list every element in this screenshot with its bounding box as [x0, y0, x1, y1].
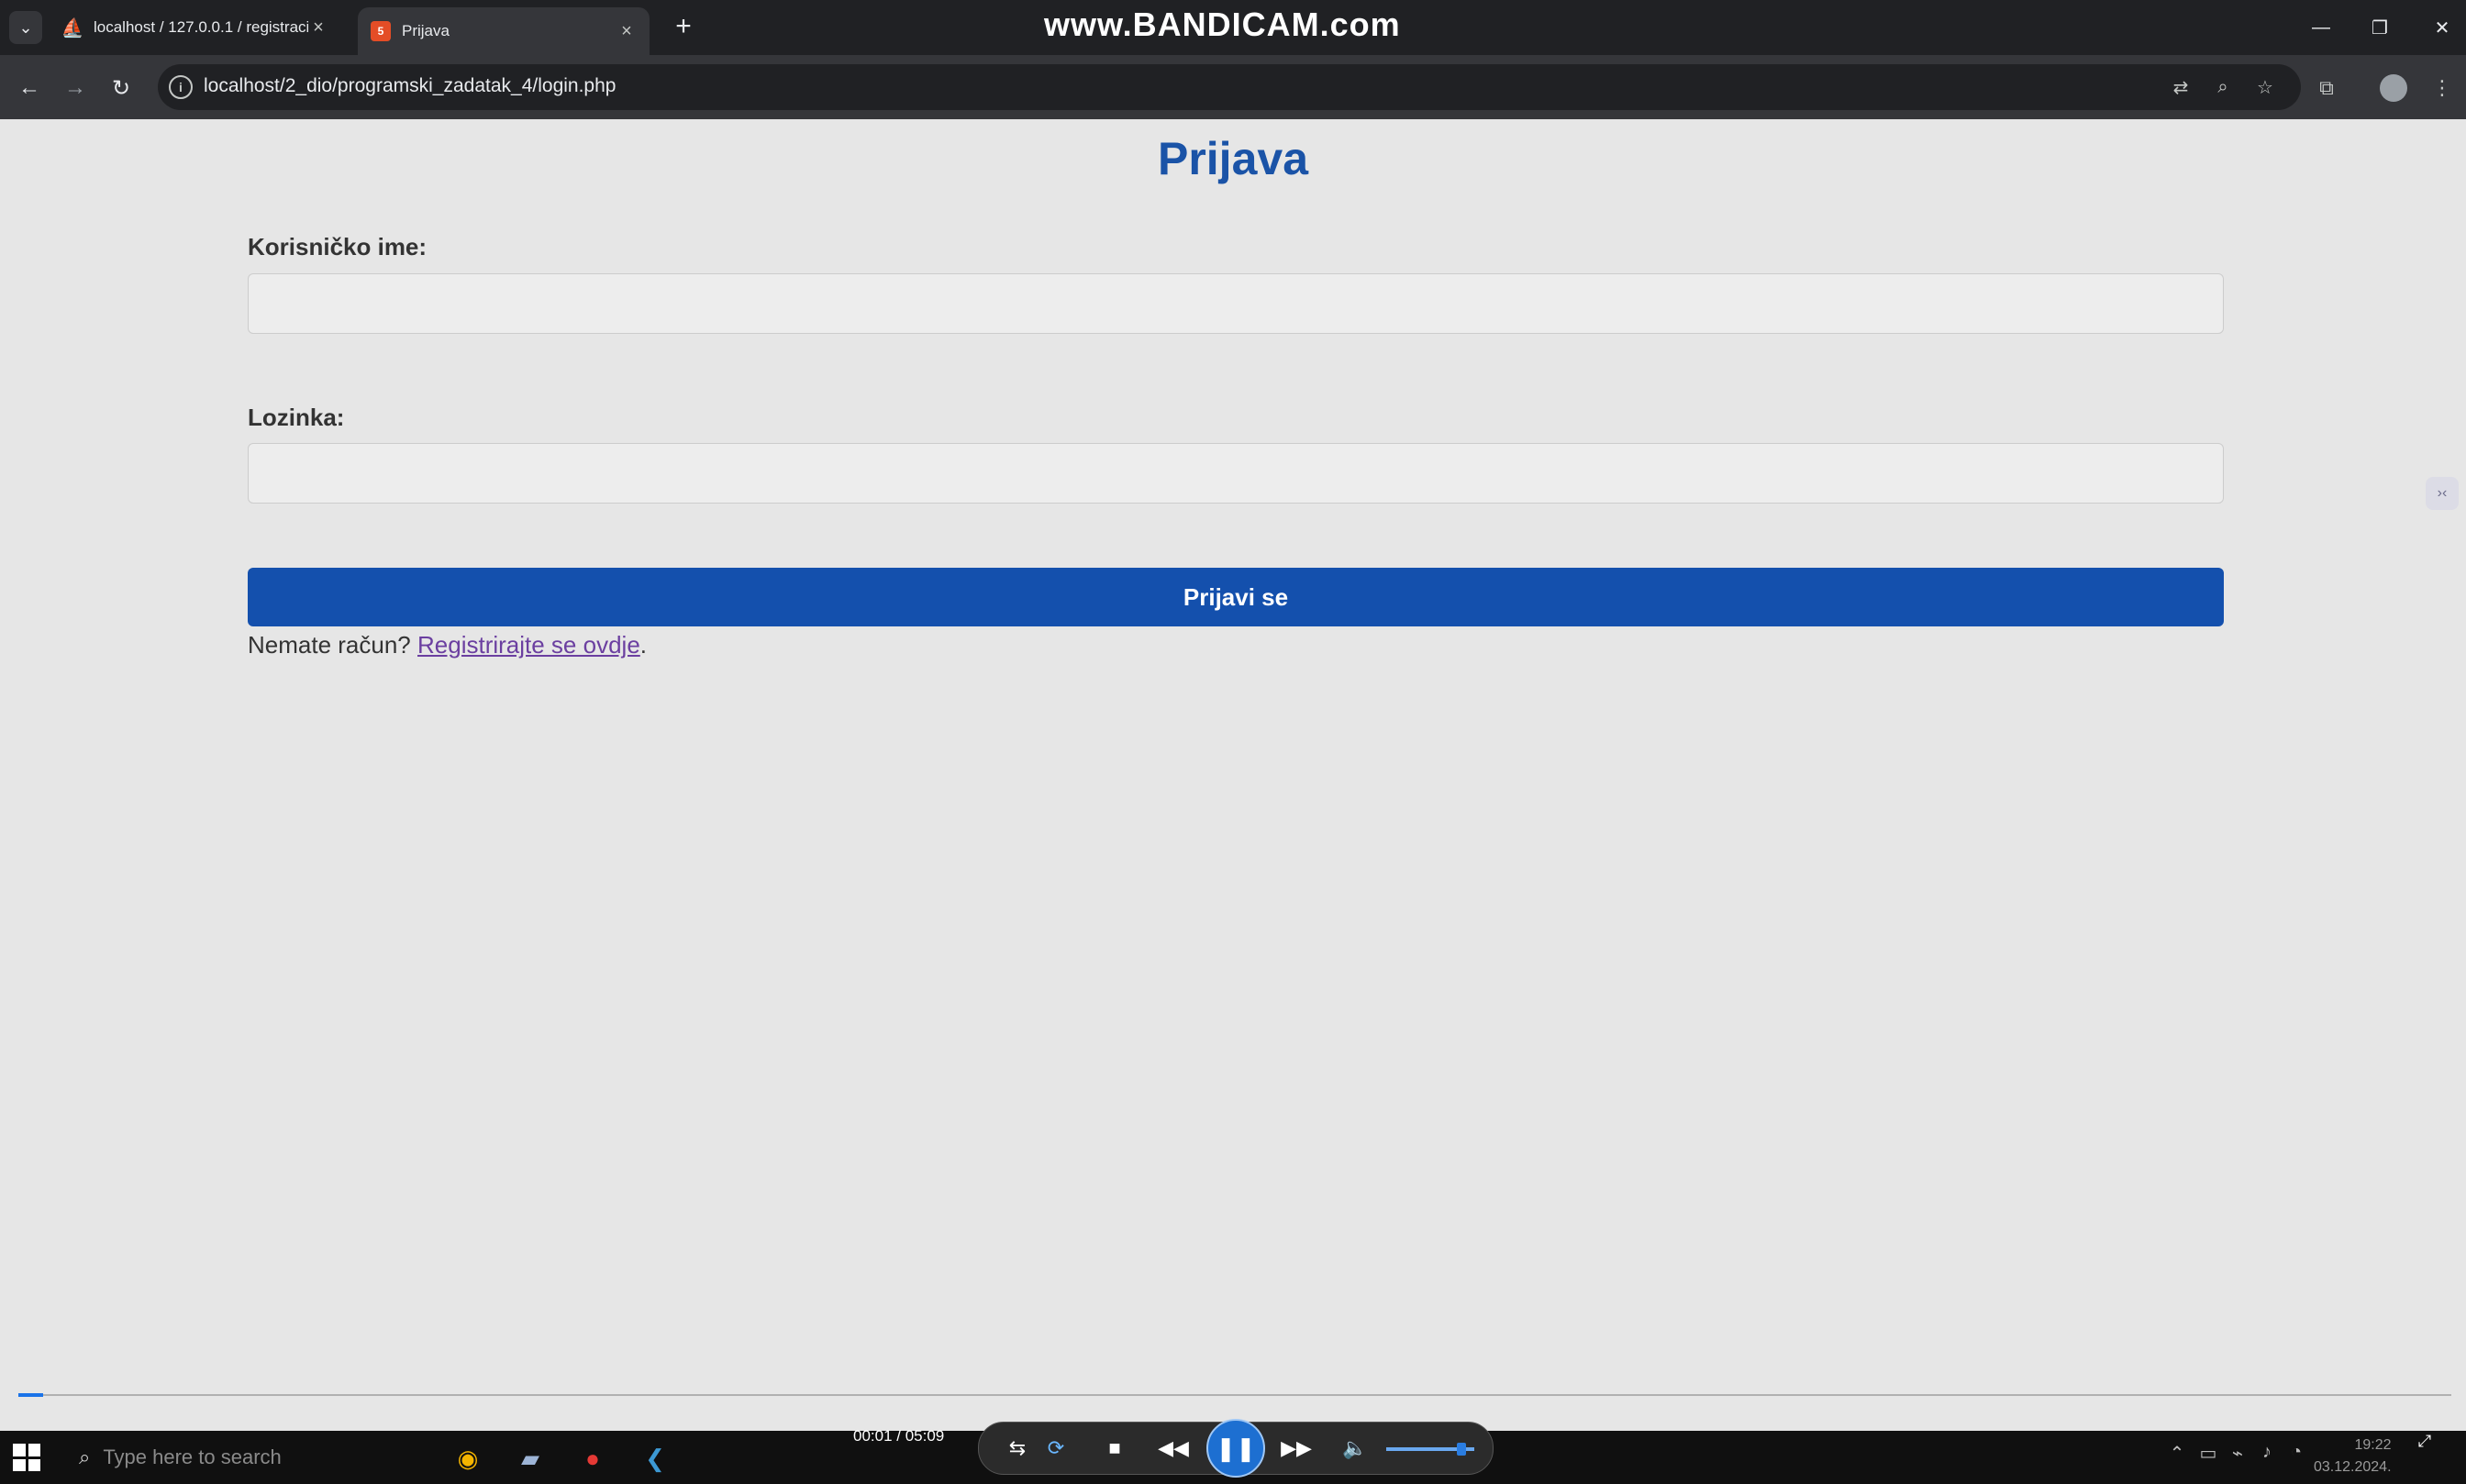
bandicam-watermark: www.BANDICAM.com — [1044, 6, 1401, 43]
volume-icon[interactable]: 🔈 — [1339, 1432, 1372, 1465]
volume-slider-thumb[interactable] — [1457, 1443, 1466, 1456]
profile-avatar[interactable] — [2380, 74, 2407, 102]
pause-icon[interactable]: ❚❚ — [1206, 1419, 1265, 1478]
rewind-icon[interactable]: ◀◀ — [1146, 1432, 1201, 1465]
tab-phpmyadmin[interactable]: ⛵ localhost / 127.0.0.1 / registraci × — [50, 7, 341, 48]
tab-title: localhost / 127.0.0.1 / registraci — [94, 18, 308, 36]
taskbar-clock[interactable]: 19:22 03.12.2024. — [2314, 1434, 2392, 1478]
file-explorer-icon[interactable]: ▰ — [512, 1440, 549, 1477]
taskbar-search[interactable]: ⌕ Type here to search — [64, 1436, 431, 1478]
back-arrow-icon[interactable]: ← — [11, 70, 48, 106]
notification-icon[interactable]: ⤢ — [2413, 1431, 2437, 1451]
taskbar: ⌕ Type here to search ◉ ▰ ● ❮ 00:01 / 05… — [0, 1419, 2466, 1484]
username-label: Korisničko ime: — [248, 233, 428, 260]
tray-wifi-icon[interactable]: ◔ — [2284, 1442, 2308, 1463]
bookmark-star-icon[interactable]: ☆ — [2251, 73, 2279, 101]
media-controls: ⇆ ⟳ ■ ◀◀ ❚❚ ▶▶ 🔈 — [978, 1419, 1494, 1478]
reload-icon[interactable]: ↻ — [103, 70, 139, 106]
tray-network-icon[interactable]: ⌁ — [2226, 1442, 2249, 1465]
username-input[interactable] — [248, 273, 2224, 334]
menu-kebab-icon[interactable]: ⋮ — [2424, 70, 2460, 106]
browser-tab-strip: ⌄ ⛵ localhost / 127.0.0.1 / registraci ×… — [0, 0, 2466, 55]
zoom-icon[interactable]: ⌕ — [2209, 73, 2237, 101]
login-button[interactable]: Prijavi se — [248, 568, 2224, 626]
login-page: Prijava Korisničko ime: Lozinka: Prijavi… — [0, 119, 2466, 1394]
new-tab-plus-icon[interactable]: + — [668, 11, 699, 42]
windows-start-icon[interactable] — [13, 1444, 40, 1471]
chrome-app-icon[interactable]: ◉ — [450, 1440, 486, 1477]
tray-speaker-icon[interactable]: ♪ — [2255, 1442, 2279, 1463]
playback-progress-fill — [18, 1393, 43, 1397]
restore-window-icon[interactable]: ❐ — [2356, 9, 2404, 46]
site-info-icon[interactable]: i — [169, 75, 193, 99]
extensions-puzzle-icon[interactable]: ⧉ — [2308, 70, 2345, 106]
register-suffix: . — [639, 631, 648, 659]
clock-date: 03.12.2024. — [2314, 1459, 2392, 1475]
register-prompt-line: Nemate račun? Registrirajte se ovdje. — [248, 631, 647, 659]
tab-search-chevron-icon[interactable]: ⌄ — [9, 11, 42, 44]
clock-time: 19:22 — [2354, 1437, 2392, 1453]
minimize-icon[interactable]: — — [2297, 9, 2345, 46]
playback-seek-bar[interactable] — [18, 1393, 2451, 1397]
tab-prijava[interactable]: 5 Prijava × — [358, 7, 650, 55]
search-icon: ⌕ — [79, 1445, 91, 1468]
repeat-icon[interactable]: ⟳ — [1039, 1432, 1072, 1465]
tray-chevron-icon[interactable]: ⌃ — [2165, 1442, 2189, 1465]
vscode-app-icon[interactable]: ❮ — [637, 1440, 673, 1477]
tray-display-icon[interactable]: ▭ — [2196, 1442, 2220, 1465]
stop-icon[interactable]: ■ — [1098, 1432, 1131, 1465]
playback-time: 00:01 / 05:09 — [853, 1427, 945, 1445]
register-prompt-text: Nemate račun? — [248, 631, 411, 659]
password-label: Lozinka: — [248, 404, 345, 431]
html-file-icon: 5 — [371, 21, 391, 41]
address-url[interactable]: localhost/2_dio/programski_zadatak_4/log… — [204, 75, 616, 97]
close-window-icon[interactable]: ✕ — [2418, 9, 2466, 46]
taskbar-search-placeholder: Type here to search — [103, 1445, 282, 1468]
side-panel-toggle-icon[interactable]: ›‹ — [2426, 477, 2459, 510]
shuffle-icon[interactable]: ⇆ — [1001, 1432, 1034, 1465]
phpmyadmin-icon: ⛵ — [61, 17, 84, 39]
register-link[interactable]: Registrirajte se ovdje — [417, 631, 640, 659]
translate-icon[interactable]: ⇄ — [2167, 73, 2194, 101]
close-tab-icon[interactable]: × — [308, 17, 328, 39]
password-input[interactable] — [248, 443, 2224, 504]
forward-arrow-icon[interactable]: → — [57, 70, 94, 106]
volume-slider[interactable] — [1386, 1443, 1474, 1456]
browser-toolbar: ← → ↻ i localhost/2_dio/programski_zadat… — [0, 55, 2466, 119]
address-bar[interactable]: i localhost/2_dio/programski_zadatak_4/l… — [158, 64, 2301, 110]
record-app-icon[interactable]: ● — [574, 1440, 611, 1477]
page-title: Prijava — [1157, 133, 1308, 184]
close-tab-icon[interactable]: × — [616, 21, 637, 42]
tab-title: Prijava — [402, 22, 450, 39]
fast-forward-icon[interactable]: ▶▶ — [1269, 1432, 1324, 1465]
